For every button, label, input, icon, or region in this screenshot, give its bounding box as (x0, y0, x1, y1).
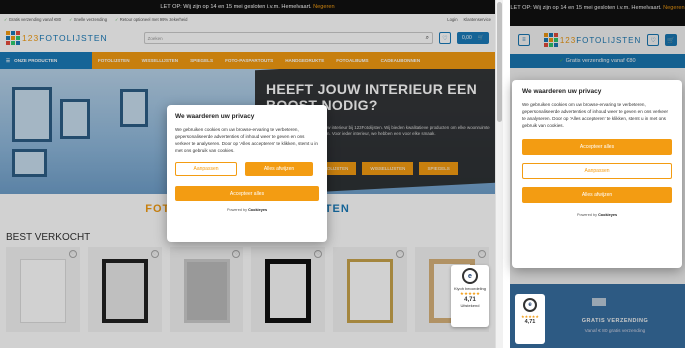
reject-all-button[interactable]: Alles afwijzen (522, 187, 672, 203)
cookie-title: We waarderen uw privacy (522, 88, 602, 95)
powered-by: Powered by Cookieyes (576, 213, 618, 217)
trust-badge[interactable]: e Kiyoh beoordeling ★★★★★ 4,71 Uitsteken… (451, 265, 489, 327)
reject-all-button[interactable]: Alles afwijzen (245, 162, 313, 176)
cookie-body: We gebruiken cookies om uw browse-ervari… (522, 102, 669, 128)
accept-all-button[interactable]: Accepteer alles (175, 186, 319, 201)
kiyoh-seal-icon: e (523, 298, 537, 312)
cookie-consent-dialog: We waarderen uw privacy We gebruiken coo… (167, 105, 327, 242)
trust-badge[interactable]: e ★★★★★ 4,71 (515, 294, 545, 344)
page-scrollbar[interactable] (495, 0, 503, 348)
kiyoh-seal-icon: e (462, 268, 478, 284)
scrollbar-thumb[interactable] (497, 2, 502, 122)
customize-button[interactable]: Aanpassen (522, 163, 672, 179)
cookie-body: We gebruiken cookies om uw browse-ervari… (175, 127, 318, 153)
cookie-consent-dialog-mobile: We waarderen uw privacy We gebruiken coo… (512, 80, 682, 268)
cookie-title: We waarderen uw privacy (175, 113, 255, 120)
customize-button[interactable]: Aanpassen (175, 162, 237, 176)
accept-all-button[interactable]: Accepteer alles (522, 139, 672, 155)
powered-by: Powered by Cookieyes (226, 208, 268, 212)
